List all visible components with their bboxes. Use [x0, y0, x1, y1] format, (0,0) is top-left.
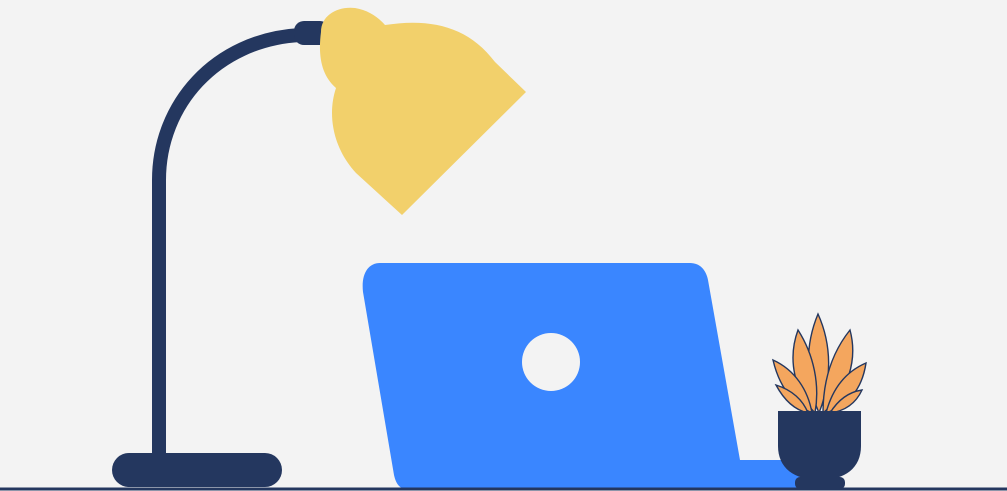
plant-pot: [778, 411, 861, 480]
lamp-arm: [152, 26, 332, 467]
lamp-shade: [319, 7, 526, 215]
desk-scene-svg: [0, 7, 1007, 491]
plant-pot-foot: [795, 477, 845, 489]
plant-leaves: [771, 312, 867, 415]
laptop-body: [362, 263, 800, 490]
plant-icon: [771, 312, 867, 489]
lamp-base: [112, 453, 282, 487]
laptop-icon: [362, 263, 800, 490]
desk-scene-illustration: [0, 0, 1007, 491]
laptop-logo: [522, 333, 580, 391]
